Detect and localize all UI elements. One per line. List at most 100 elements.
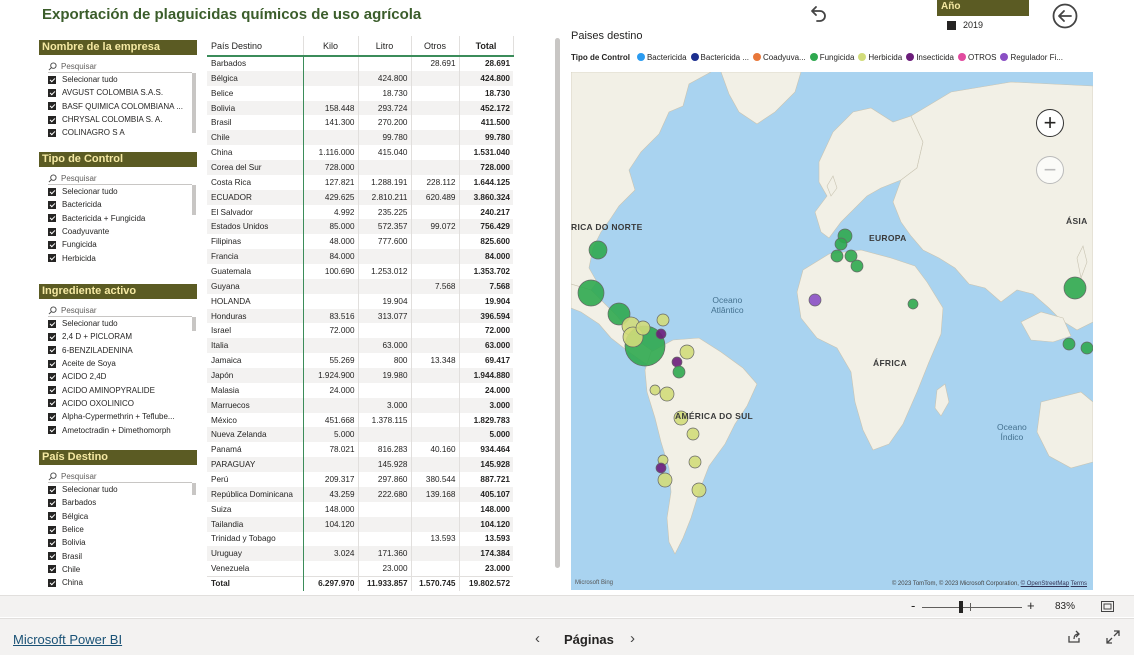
slicer-item[interactable]: Bactericida xyxy=(48,198,196,211)
map-bubble[interactable] xyxy=(1080,341,1093,355)
table-row[interactable]: El Salvador 4.992 235.225 240.217 xyxy=(207,204,513,220)
table-row[interactable]: Italia 63.000 63.000 xyxy=(207,338,513,354)
checkbox[interactable] xyxy=(48,359,56,368)
map-bubble[interactable] xyxy=(688,455,702,469)
checkbox[interactable] xyxy=(48,319,56,328)
scrollbar[interactable] xyxy=(192,185,196,215)
map-bubble[interactable] xyxy=(834,237,848,251)
checkbox[interactable] xyxy=(48,399,56,408)
slicer-item[interactable]: Belice xyxy=(48,523,196,536)
table-row[interactable]: Brasil 141.300 270.200 411.500 xyxy=(207,115,513,131)
slicer-item[interactable]: ACIDO 2,4D xyxy=(48,370,196,383)
table-row[interactable]: Guyana 7.568 7.568 xyxy=(207,278,513,294)
table-row[interactable]: Israel 72.000 72.000 xyxy=(207,323,513,339)
table-row[interactable]: Venezuela 23.000 23.000 xyxy=(207,561,513,577)
checkbox[interactable] xyxy=(48,187,56,196)
slicer-item[interactable]: 6-BENZILADENINA xyxy=(48,344,196,357)
slicer-search-input[interactable]: Pesquisar xyxy=(48,172,192,185)
table-row[interactable]: Trinidad y Tobago 13.593 13.593 xyxy=(207,531,513,547)
table-row[interactable]: Belice 18.730 18.730 xyxy=(207,85,513,101)
map-bubble[interactable] xyxy=(679,344,695,360)
map-bubble[interactable] xyxy=(1063,276,1087,300)
column-header[interactable]: País Destino xyxy=(207,36,304,57)
slicer-item[interactable]: COLINAGRO S A xyxy=(48,126,196,139)
table-row[interactable]: Uruguay 3.024 171.360 174.384 xyxy=(207,546,513,562)
map-bubble[interactable] xyxy=(656,313,670,327)
table-row[interactable]: Nueva Zelanda 5.000 5.000 xyxy=(207,427,513,443)
slicer-item[interactable]: 2,4 D + PICLORAM xyxy=(48,330,196,343)
power-bi-link[interactable]: Microsoft Power BI xyxy=(13,632,122,647)
slicer-item[interactable]: Selecionar tudo xyxy=(48,483,196,496)
slicer-item[interactable]: BASF QUIMICA COLOMBIANA ... xyxy=(48,100,196,113)
slicer-item[interactable]: Bolivia xyxy=(48,536,196,549)
scrollbar[interactable] xyxy=(192,317,196,331)
map-canvas[interactable]: RICA DO NORTE EUROPA ÁSIA ÁFRICA AMÉRICA… xyxy=(571,72,1093,590)
slicer-item[interactable]: Bactericida + Fungicida xyxy=(48,212,196,225)
table-row[interactable]: Japón 1.924.900 19.980 1.944.880 xyxy=(207,368,513,383)
table-row[interactable]: Malasia 24.000 24.000 xyxy=(207,382,513,398)
table-row[interactable]: Jamaica 55.269 800 13.348 69.417 xyxy=(207,353,513,369)
slicer-search-input[interactable]: Pesquisar xyxy=(48,60,192,73)
column-header[interactable]: Total xyxy=(459,36,514,57)
map-bubble[interactable] xyxy=(686,427,700,441)
map-bubble[interactable] xyxy=(588,240,608,260)
legend-item[interactable]: Herbicida xyxy=(858,53,902,62)
checkbox[interactable] xyxy=(48,565,56,574)
column-header[interactable]: Litro xyxy=(358,36,412,57)
zoom-in-button[interactable]: + xyxy=(1027,598,1035,613)
table-row[interactable]: Suiza 148.000 148.000 xyxy=(207,501,513,517)
checkbox[interactable] xyxy=(48,552,56,561)
checkbox[interactable] xyxy=(48,386,56,395)
slicer-item[interactable]: Fungicida xyxy=(48,238,196,251)
previous-page-icon[interactable]: ‹ xyxy=(535,630,540,647)
slicer-search-input[interactable]: Pesquisar xyxy=(48,470,192,483)
table-row[interactable]: Marruecos 3.000 3.000 xyxy=(207,397,513,413)
table-row[interactable]: PARAGUAY 145.928 145.928 xyxy=(207,457,513,473)
scrollbar[interactable] xyxy=(192,73,196,133)
map-bubble[interactable] xyxy=(850,259,864,273)
slicer-item[interactable]: AVGUST COLOMBIA S.A.S. xyxy=(48,86,196,99)
checkbox[interactable] xyxy=(48,128,56,137)
year-option[interactable]: 2019 xyxy=(937,20,1029,30)
next-page-icon[interactable]: › xyxy=(630,630,635,647)
legend-item[interactable]: Fungicida xyxy=(809,53,854,62)
checkbox[interactable] xyxy=(48,227,56,236)
table-row[interactable]: Tailandia 104.120 104.120 xyxy=(207,516,513,532)
map-zoom-in-button[interactable]: + xyxy=(1036,109,1064,137)
year-option-checkbox[interactable] xyxy=(947,20,956,30)
table-scrollbar[interactable] xyxy=(555,38,560,568)
table-row[interactable]: Chile 99.780 99.780 xyxy=(207,130,513,146)
legend-item[interactable]: Bactericida xyxy=(636,53,687,62)
table-row[interactable]: ECUADOR 429.625 2.810.211 620.489 3.860.324 xyxy=(207,189,513,205)
column-header[interactable]: Otros xyxy=(411,36,460,57)
slicer-item[interactable]: Selecionar tudo xyxy=(48,185,196,198)
slicer-item[interactable]: Selecionar tudo xyxy=(48,317,196,330)
map-bubble[interactable] xyxy=(577,279,605,307)
legend-item[interactable]: OTROS xyxy=(958,53,996,62)
map-bubble[interactable] xyxy=(659,386,675,402)
table-row[interactable]: Bolivia 158.448 293.724 452.172 xyxy=(207,100,513,116)
legend-item[interactable]: Coadyuva... xyxy=(753,53,806,62)
checkbox[interactable] xyxy=(48,75,56,84)
table-row[interactable]: Bélgica 424.800 424.800 xyxy=(207,70,513,86)
column-header[interactable]: Kilo xyxy=(303,36,359,57)
map-bubble[interactable] xyxy=(657,472,673,488)
map-zoom-out-button[interactable]: − xyxy=(1036,156,1064,184)
zoom-out-button[interactable]: - xyxy=(911,598,915,613)
table-row[interactable]: México 451.668 1.378.115 1.829.783 xyxy=(207,412,513,428)
table-row[interactable]: Perú 209.317 297.860 380.544 887.721 xyxy=(207,472,513,487)
checkbox[interactable] xyxy=(48,525,56,534)
slicer-item[interactable]: China xyxy=(48,576,196,589)
map-bubble[interactable] xyxy=(635,320,651,336)
checkbox[interactable] xyxy=(48,346,56,355)
slicer-item[interactable]: Bélgica xyxy=(48,510,196,523)
checkbox[interactable] xyxy=(48,372,56,381)
map-bubble[interactable] xyxy=(830,249,844,263)
map-bubble[interactable] xyxy=(691,482,707,498)
checkbox[interactable] xyxy=(48,512,56,521)
checkbox[interactable] xyxy=(48,200,56,209)
checkbox[interactable] xyxy=(48,240,56,249)
map-bubble[interactable] xyxy=(655,328,667,340)
slicer-item[interactable]: Alpha-Cypermethrin + Teflube... xyxy=(48,410,196,423)
table-row[interactable]: Barbados 28.691 28.691 xyxy=(207,56,513,71)
